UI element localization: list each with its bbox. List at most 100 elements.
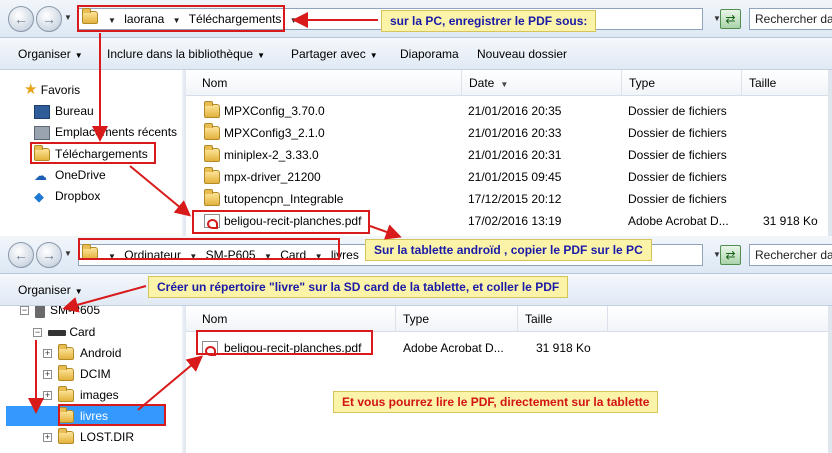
file-date: 21/01/2016 20:35 <box>468 104 562 118</box>
column-size[interactable]: Taille <box>518 306 608 332</box>
file-name: MPXConfig3_2.1.0 <box>224 126 325 140</box>
folder-icon <box>204 189 220 206</box>
nav-folder-images[interactable]: + images <box>43 385 119 405</box>
nav-desktop[interactable]: Bureau <box>34 101 94 121</box>
file-date: 17/12/2015 20:12 <box>468 192 562 206</box>
highlight-address-downloads <box>77 5 285 32</box>
file-type: Dossier de fichiers <box>628 104 727 118</box>
nav-label: Emplacements récents <box>55 125 178 139</box>
file-type: Adobe Acrobat D... <box>403 341 504 355</box>
forward-button[interactable]: → <box>36 6 62 32</box>
breadcrumb-chevron-icon[interactable]: ▼ <box>290 16 298 25</box>
nav-folder-dcim[interactable]: + DCIM <box>43 364 111 384</box>
collapse-icon[interactable]: − <box>20 306 29 316</box>
organize-label: Organiser <box>18 283 71 297</box>
table-row[interactable]: MPXConfig3_2.1.0 21/01/2016 20:33 Dossier … <box>186 122 832 144</box>
folder-icon <box>204 145 220 162</box>
folder-icon <box>58 365 74 382</box>
new-folder-button[interactable]: Nouveau dossier <box>477 47 567 61</box>
refresh-button[interactable]: ⇄ <box>720 245 741 265</box>
organize-label: Organiser <box>18 47 71 61</box>
share-button[interactable]: Partager avec ▼ <box>291 47 378 61</box>
column-name[interactable]: Nom <box>186 306 396 332</box>
column-header-row: Nom Type Taille <box>186 306 832 332</box>
column-type[interactable]: Type <box>396 306 518 332</box>
nav-label: Bureau <box>55 104 94 118</box>
cloud-icon: ☁ <box>34 167 47 183</box>
file-list: Nom Type Taille beligou-recit-planches.p… <box>186 306 832 453</box>
expand-icon[interactable]: + <box>43 433 52 443</box>
column-label: Type <box>403 312 430 326</box>
nav-label: DCIM <box>80 367 111 381</box>
table-row[interactable]: miniplex-2_3.33.0 21/01/2016 20:31 Dossier… <box>186 144 832 166</box>
scrollbar[interactable] <box>828 306 832 453</box>
nav-folder-lostdir[interactable]: + LOST.DIR <box>43 427 134 447</box>
share-label: Partager avec <box>291 47 366 61</box>
command-toolbar: Organiser ▼ Inclure dans la bibliothèque ▼… <box>0 38 832 70</box>
nav-favorites[interactable]: ★ Favoris <box>24 80 80 100</box>
include-library-button[interactable]: Inclure dans la bibliothèque ▼ <box>107 47 265 61</box>
column-label: Type <box>629 76 656 90</box>
nav-label: Dropbox <box>55 189 101 203</box>
column-label: Date <box>469 76 495 90</box>
table-row[interactable]: tutopencpn_Integrable 17/12/2015 20:12 Dos… <box>186 188 832 210</box>
column-label: Taille <box>525 312 553 326</box>
search-input[interactable]: Rechercher dans <box>749 8 832 30</box>
column-type[interactable]: Type <box>622 70 742 96</box>
scrollbar[interactable] <box>828 70 832 236</box>
expand-icon[interactable]: + <box>43 349 52 359</box>
file-date: 17/02/2016 13:19 <box>468 214 562 228</box>
table-row[interactable]: MPXConfig_3.70.0 21/01/2016 20:35 Dossier … <box>186 100 832 122</box>
file-name: MPXConfig_3.70.0 <box>224 104 325 118</box>
nav-recent-places[interactable]: Emplacements récents <box>34 122 177 142</box>
column-header-row: Nom Date ▼ Type Taille <box>186 70 832 96</box>
organize-button[interactable]: Organiser ▼ <box>18 47 83 61</box>
nav-onedrive[interactable]: ☁ OneDrive <box>34 165 106 185</box>
star-icon: ★ <box>24 81 38 98</box>
column-date[interactable]: Date ▼ <box>462 70 622 96</box>
back-button[interactable]: ← <box>8 242 34 268</box>
column-label: Taille <box>749 76 777 90</box>
include-label: Inclure dans la bibliothèque <box>107 47 254 61</box>
desktop-icon <box>34 104 50 119</box>
nav-label: SM-P605 <box>50 306 101 317</box>
forward-button[interactable]: → <box>36 242 62 268</box>
file-type: Dossier de fichiers <box>628 170 727 184</box>
dropbox-icon: ◆ <box>34 188 44 204</box>
slideshow-button[interactable]: Diaporama <box>400 47 459 61</box>
collapse-icon[interactable]: − <box>33 328 42 338</box>
file-size: 31 918 Ko <box>536 341 591 355</box>
column-label: Nom <box>202 312 228 326</box>
column-size[interactable]: Taille <box>742 70 832 96</box>
organize-button[interactable]: Organiser ▼ <box>18 283 83 297</box>
recent-places-icon <box>34 125 50 140</box>
file-type: Adobe Acrobat D... <box>628 214 729 228</box>
column-name[interactable]: Nom <box>186 70 462 96</box>
nav-device[interactable]: − SM-P605 <box>20 306 100 320</box>
file-name: tutopencpn_Integrable <box>224 192 344 206</box>
folder-icon <box>58 344 74 361</box>
expand-icon[interactable]: + <box>43 370 52 380</box>
expand-icon[interactable]: + <box>43 391 52 401</box>
highlight-pdf-file-bottom <box>196 330 373 355</box>
table-row[interactable]: mpx-driver_21200 21/01/2015 09:45 Dossier … <box>186 166 832 188</box>
file-type: Dossier de fichiers <box>628 126 727 140</box>
file-date: 21/01/2016 20:31 <box>468 148 562 162</box>
file-size: 31 918 Ko <box>763 214 818 228</box>
search-input[interactable]: Rechercher dans <box>749 244 832 266</box>
nav-label: Card <box>69 325 96 339</box>
folder-icon <box>204 167 220 184</box>
back-button[interactable]: ← <box>8 6 34 32</box>
recent-pages-dropdown[interactable]: ▼ <box>64 249 72 258</box>
callout-create-dir: Créer un répertoire "livre" sur la SD ca… <box>148 276 569 298</box>
refresh-button[interactable]: ⇄ <box>720 9 741 29</box>
highlight-nav-livres <box>58 404 166 426</box>
nav-dropbox[interactable]: ◆ Dropbox <box>34 186 100 206</box>
callout-copy-pdf: Sur la tablette androïd , copier le PDF … <box>365 239 652 261</box>
explorer-window-downloads: ← → ▼ ▼ laorana ▼ Téléchargements ▼ ▼ ⇄ … <box>0 0 832 236</box>
nav-folder-android[interactable]: + Android <box>43 343 121 363</box>
nav-card[interactable]: − Card <box>33 322 95 342</box>
recent-pages-dropdown[interactable]: ▼ <box>64 13 72 22</box>
file-name: miniplex-2_3.33.0 <box>224 148 319 162</box>
nav-label: Android <box>80 346 122 360</box>
